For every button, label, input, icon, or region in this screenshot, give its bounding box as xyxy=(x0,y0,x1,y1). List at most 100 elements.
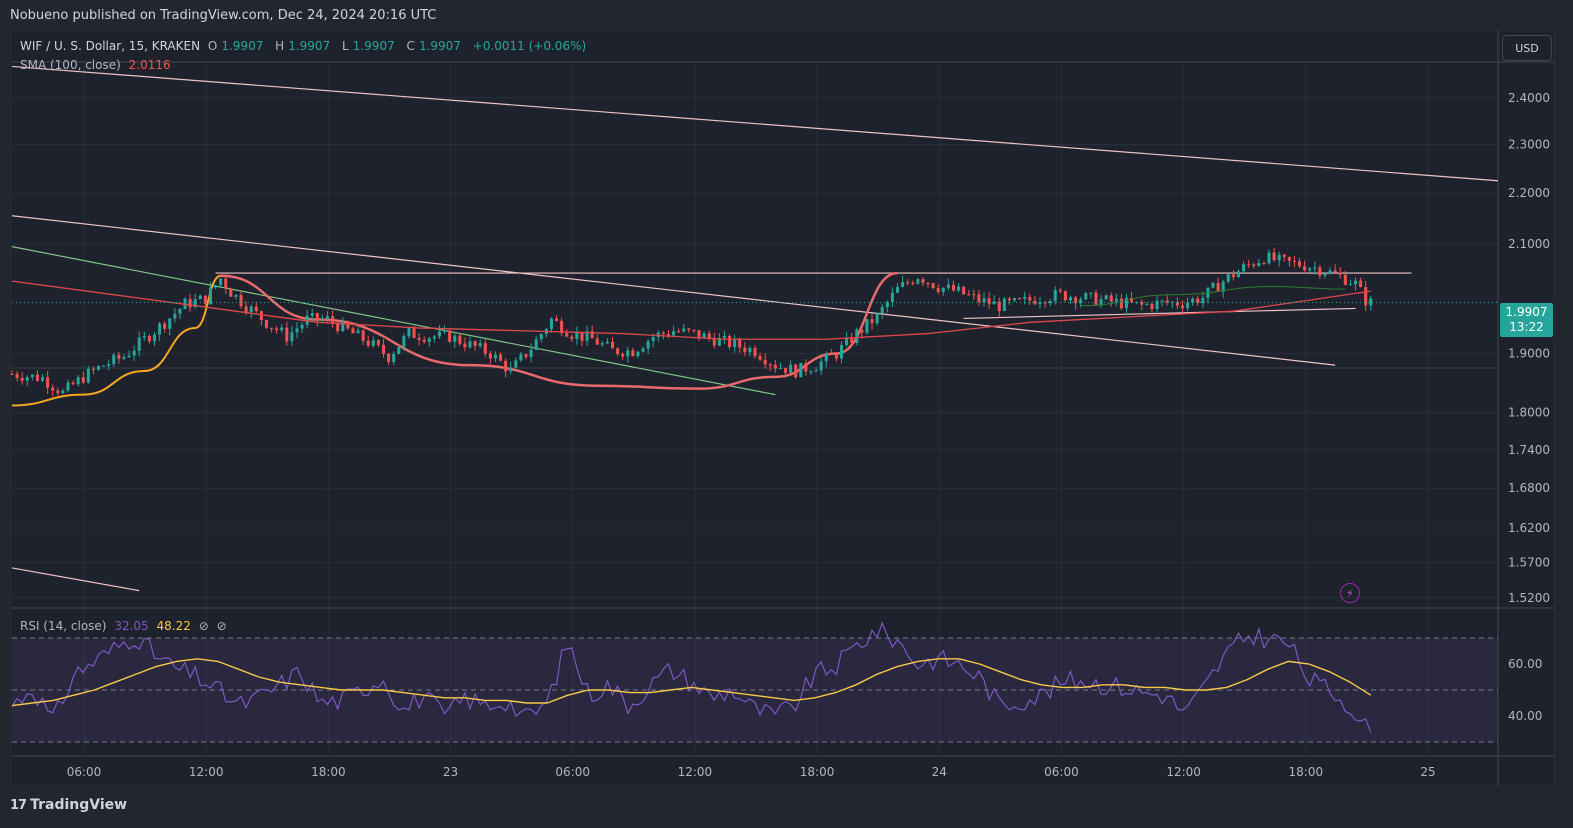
rsi-legend[interactable]: RSI (14, close) 32.05 48.22 ⊘ ⊘ xyxy=(20,619,231,633)
trendline xyxy=(963,307,1356,320)
candle-body xyxy=(468,341,472,348)
candle-body xyxy=(733,339,737,348)
candle-body xyxy=(967,294,971,296)
candle xyxy=(1221,279,1225,298)
candle xyxy=(982,292,986,307)
lightning-icon[interactable]: ⚡ xyxy=(1340,583,1360,603)
candle-body xyxy=(580,332,584,341)
tradingview-logo[interactable]: 17 TradingView xyxy=(10,797,127,813)
candle-body xyxy=(636,351,640,357)
candle xyxy=(1369,295,1373,311)
candle-body xyxy=(656,332,660,337)
candle-body xyxy=(895,286,900,293)
candle xyxy=(229,287,233,297)
candle xyxy=(91,366,95,375)
candle xyxy=(1038,296,1042,309)
candle-body xyxy=(351,328,355,334)
candle xyxy=(865,319,869,335)
candle xyxy=(1201,291,1205,308)
price-axis: 2.4000 2.3000 2.2000 2.1000 1.9000 1.8000 1.74… xyxy=(1508,91,1550,605)
candle xyxy=(1257,258,1261,267)
candle xyxy=(1145,302,1149,306)
candle-body xyxy=(112,354,116,365)
time-tick-label: 18:00 xyxy=(311,765,346,779)
candle xyxy=(147,333,151,344)
logo-text: TradingView xyxy=(30,797,128,813)
candle-body xyxy=(178,308,182,314)
candle xyxy=(646,339,650,355)
candle-body xyxy=(407,328,411,337)
candle-body xyxy=(1226,274,1230,282)
candle-body xyxy=(855,329,859,343)
candle-body xyxy=(549,318,553,330)
candle-body xyxy=(1353,280,1358,285)
candle xyxy=(509,361,513,375)
candle xyxy=(941,287,945,296)
currency-button[interactable]: USD xyxy=(1502,35,1552,61)
candle-body xyxy=(819,361,823,371)
candle xyxy=(254,302,258,313)
price-chart-canvas[interactable]: 2.4000 2.3000 2.2000 2.1000 1.9000 1.8000 1.74… xyxy=(0,0,1573,828)
candle xyxy=(1053,286,1057,305)
last-price-tag: 1.9907 13:22 xyxy=(1500,303,1553,337)
candle-body xyxy=(1104,295,1108,300)
candle-body xyxy=(692,329,696,331)
candle-body xyxy=(1033,300,1037,305)
candle-body xyxy=(163,323,167,329)
candle xyxy=(264,319,268,330)
candle-body xyxy=(320,318,324,321)
candle-body xyxy=(621,354,625,357)
candle xyxy=(687,327,691,333)
candle-body xyxy=(361,330,365,341)
symbol-name[interactable]: WIF / U. S. Dollar, 15, KRAKEN xyxy=(20,39,200,53)
candle-body xyxy=(371,340,375,346)
candle-body xyxy=(1150,304,1154,310)
candle-body xyxy=(1333,270,1337,273)
sma-legend[interactable]: SMA (100, close) 2.0116 xyxy=(20,58,175,72)
candle-body xyxy=(763,359,767,365)
candle xyxy=(1099,294,1103,308)
candle xyxy=(30,374,34,381)
candle-body xyxy=(921,279,925,283)
rsi-tick-label: 60.00 xyxy=(1508,657,1542,671)
candle xyxy=(41,374,45,382)
candle xyxy=(682,323,686,333)
candle xyxy=(1089,292,1093,299)
candle-body xyxy=(768,364,772,366)
candle xyxy=(1109,292,1113,307)
candle-body xyxy=(1058,290,1062,292)
candle-body xyxy=(957,286,961,291)
candle-body xyxy=(951,284,955,291)
rsi-tick-label: 40.00 xyxy=(1508,709,1542,723)
candle xyxy=(829,348,833,355)
candle xyxy=(1084,291,1088,301)
candle xyxy=(697,330,701,341)
candle xyxy=(443,325,447,335)
candle-body xyxy=(219,278,223,286)
candle xyxy=(1252,262,1256,269)
candle-body xyxy=(1282,254,1286,257)
candle-body xyxy=(325,316,330,319)
candle xyxy=(331,310,335,328)
candle-body xyxy=(61,390,65,394)
candle-body xyxy=(1028,297,1032,301)
candle xyxy=(804,359,808,376)
candle-body xyxy=(880,307,884,314)
candle xyxy=(168,317,172,336)
candle xyxy=(371,336,375,349)
open-label: O xyxy=(207,39,218,53)
candle xyxy=(315,312,319,327)
candle-body xyxy=(758,356,762,360)
candle-body xyxy=(1298,261,1302,267)
candle xyxy=(600,340,604,347)
candle xyxy=(1170,300,1174,309)
candle xyxy=(381,339,386,358)
candle xyxy=(799,362,803,378)
time-tick-label: 18:00 xyxy=(1289,765,1324,779)
candle-body xyxy=(1018,298,1022,300)
candle-body xyxy=(234,294,238,297)
candle-body xyxy=(738,339,742,348)
candle xyxy=(616,347,620,357)
candle-body xyxy=(1323,273,1327,276)
candle-body xyxy=(931,283,935,289)
